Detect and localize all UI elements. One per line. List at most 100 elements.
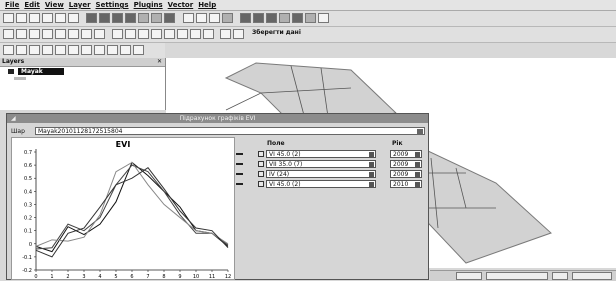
cut-icon[interactable]	[68, 29, 79, 39]
measure-angle-icon[interactable]	[266, 13, 277, 23]
chevron-down-icon[interactable]	[415, 152, 420, 157]
add-wms-icon[interactable]	[138, 13, 149, 23]
series-checkbox[interactable]	[258, 181, 264, 187]
new-project-icon[interactable]	[3, 13, 14, 23]
measure-area-icon[interactable]	[253, 13, 264, 23]
year-select[interactable]: 2009	[390, 160, 422, 168]
zoom-layer-icon[interactable]	[151, 29, 162, 39]
year-select[interactable]: 2010	[390, 180, 422, 188]
zoom-selection-icon[interactable]	[164, 29, 175, 39]
stop-icon[interactable]	[233, 29, 244, 39]
delete-icon[interactable]	[55, 29, 66, 39]
map-tips-icon[interactable]	[279, 13, 290, 23]
zoom-full-icon[interactable]	[138, 29, 149, 39]
annotation-icon[interactable]	[305, 13, 316, 23]
chevron-down-icon[interactable]	[369, 182, 374, 187]
chevron-down-icon[interactable]	[415, 182, 420, 187]
merge-icon[interactable]	[120, 45, 131, 55]
year-select[interactable]: 2009	[390, 170, 422, 178]
chevron-down-icon[interactable]	[415, 162, 420, 167]
reshape-icon[interactable]	[94, 45, 105, 55]
add-spatialite-icon[interactable]	[125, 13, 136, 23]
layer-item[interactable]: Mayak	[4, 68, 165, 80]
series-row: VI 45.0 (2) 2009	[236, 150, 426, 159]
menu-edit[interactable]: Edit	[24, 1, 40, 9]
series-checkbox[interactable]	[258, 171, 264, 177]
menu-settings[interactable]: Settings	[96, 1, 129, 9]
field-select[interactable]: IV (24)	[266, 170, 376, 178]
series-checkbox[interactable]	[258, 151, 264, 157]
series-checkbox[interactable]	[258, 161, 264, 167]
chevron-down-icon[interactable]	[369, 172, 374, 177]
layer-select[interactable]: Mayak20101128172515804	[35, 127, 425, 135]
composer-icon[interactable]	[68, 13, 79, 23]
year-select[interactable]: 2009	[390, 150, 422, 158]
open-project-icon[interactable]	[16, 13, 27, 23]
zoom-out-icon[interactable]	[125, 29, 136, 39]
move-feature-icon[interactable]	[29, 29, 40, 39]
menu-help[interactable]: Help	[198, 1, 216, 9]
menu-view[interactable]: View	[45, 1, 64, 9]
paste-icon[interactable]	[94, 29, 105, 39]
zoom-in-icon[interactable]	[112, 29, 123, 39]
projection-box[interactable]	[572, 272, 612, 280]
new-layer-icon[interactable]	[164, 13, 175, 23]
chevron-down-icon[interactable]	[417, 129, 423, 134]
plugin-icon[interactable]	[220, 29, 231, 39]
bookmark-icon[interactable]	[292, 13, 303, 23]
split-icon[interactable]	[107, 45, 118, 55]
node-tool-icon[interactable]	[42, 29, 53, 39]
save-data-label[interactable]: Зберегти дані	[252, 29, 301, 36]
add-raster-icon[interactable]	[99, 13, 110, 23]
x-tick-label: 12	[225, 274, 231, 279]
help-icon[interactable]	[318, 13, 329, 23]
copy-icon[interactable]	[81, 29, 92, 39]
chevron-down-icon[interactable]	[369, 152, 374, 157]
menu-plugins[interactable]: Plugins	[134, 1, 163, 9]
layer-name[interactable]: Mayak	[18, 68, 64, 75]
rotate-icon[interactable]	[133, 45, 144, 55]
zoom-next-icon[interactable]	[190, 29, 201, 39]
save-as-icon[interactable]	[42, 13, 53, 23]
redo-icon[interactable]	[16, 45, 27, 55]
undo-icon[interactable]	[3, 45, 14, 55]
field-select[interactable]: VII 35.0 (7)	[266, 160, 376, 168]
save-project-icon[interactable]	[29, 13, 40, 23]
close-icon[interactable]: ✕	[157, 58, 162, 66]
attribute-table-icon[interactable]	[222, 13, 233, 23]
field-select[interactable]: VI 45.0 (2)	[266, 150, 376, 158]
identify-icon[interactable]	[183, 13, 194, 23]
menu-layer[interactable]: Layer	[69, 1, 91, 9]
chevron-down-icon[interactable]	[369, 162, 374, 167]
toggle-editing-icon[interactable]	[3, 29, 14, 39]
scale-box[interactable]	[486, 272, 548, 280]
chevron-down-icon[interactable]	[415, 172, 420, 177]
field-select-value: VI 45.0 (2)	[269, 181, 301, 188]
dialog-titlebar[interactable]: ◢ Підрахунок графіків EVI	[7, 114, 428, 123]
menu-file[interactable]: File	[5, 1, 19, 9]
zoom-last-icon[interactable]	[177, 29, 188, 39]
add-feature-icon[interactable]	[16, 29, 27, 39]
select-icon[interactable]	[196, 13, 207, 23]
add-postgis-icon[interactable]	[112, 13, 123, 23]
measure-line-icon[interactable]	[240, 13, 251, 23]
add-part-icon[interactable]	[55, 45, 66, 55]
coordinate-box[interactable]	[456, 272, 482, 280]
add-wfs-icon[interactable]	[151, 13, 162, 23]
delete-part-icon[interactable]	[81, 45, 92, 55]
simplify-icon[interactable]	[29, 45, 40, 55]
menu-vector[interactable]: Vector	[168, 1, 194, 9]
field-select[interactable]: VI 45.0 (2)	[266, 180, 376, 188]
print-icon[interactable]	[55, 13, 66, 23]
digitize-toolbar	[0, 43, 165, 59]
deselect-icon[interactable]	[209, 13, 220, 23]
add-ring-icon[interactable]	[42, 45, 53, 55]
add-vector-icon[interactable]	[86, 13, 97, 23]
series-row: VII 35.0 (7) 2009	[236, 160, 426, 169]
render-checkbox[interactable]	[552, 272, 568, 280]
refresh-icon[interactable]	[203, 29, 214, 39]
delete-ring-icon[interactable]	[68, 45, 79, 55]
pin-icon[interactable]: ◢	[11, 114, 16, 123]
layer-visibility-checkbox[interactable]	[8, 69, 14, 74]
x-tick-label: 3	[82, 274, 85, 279]
